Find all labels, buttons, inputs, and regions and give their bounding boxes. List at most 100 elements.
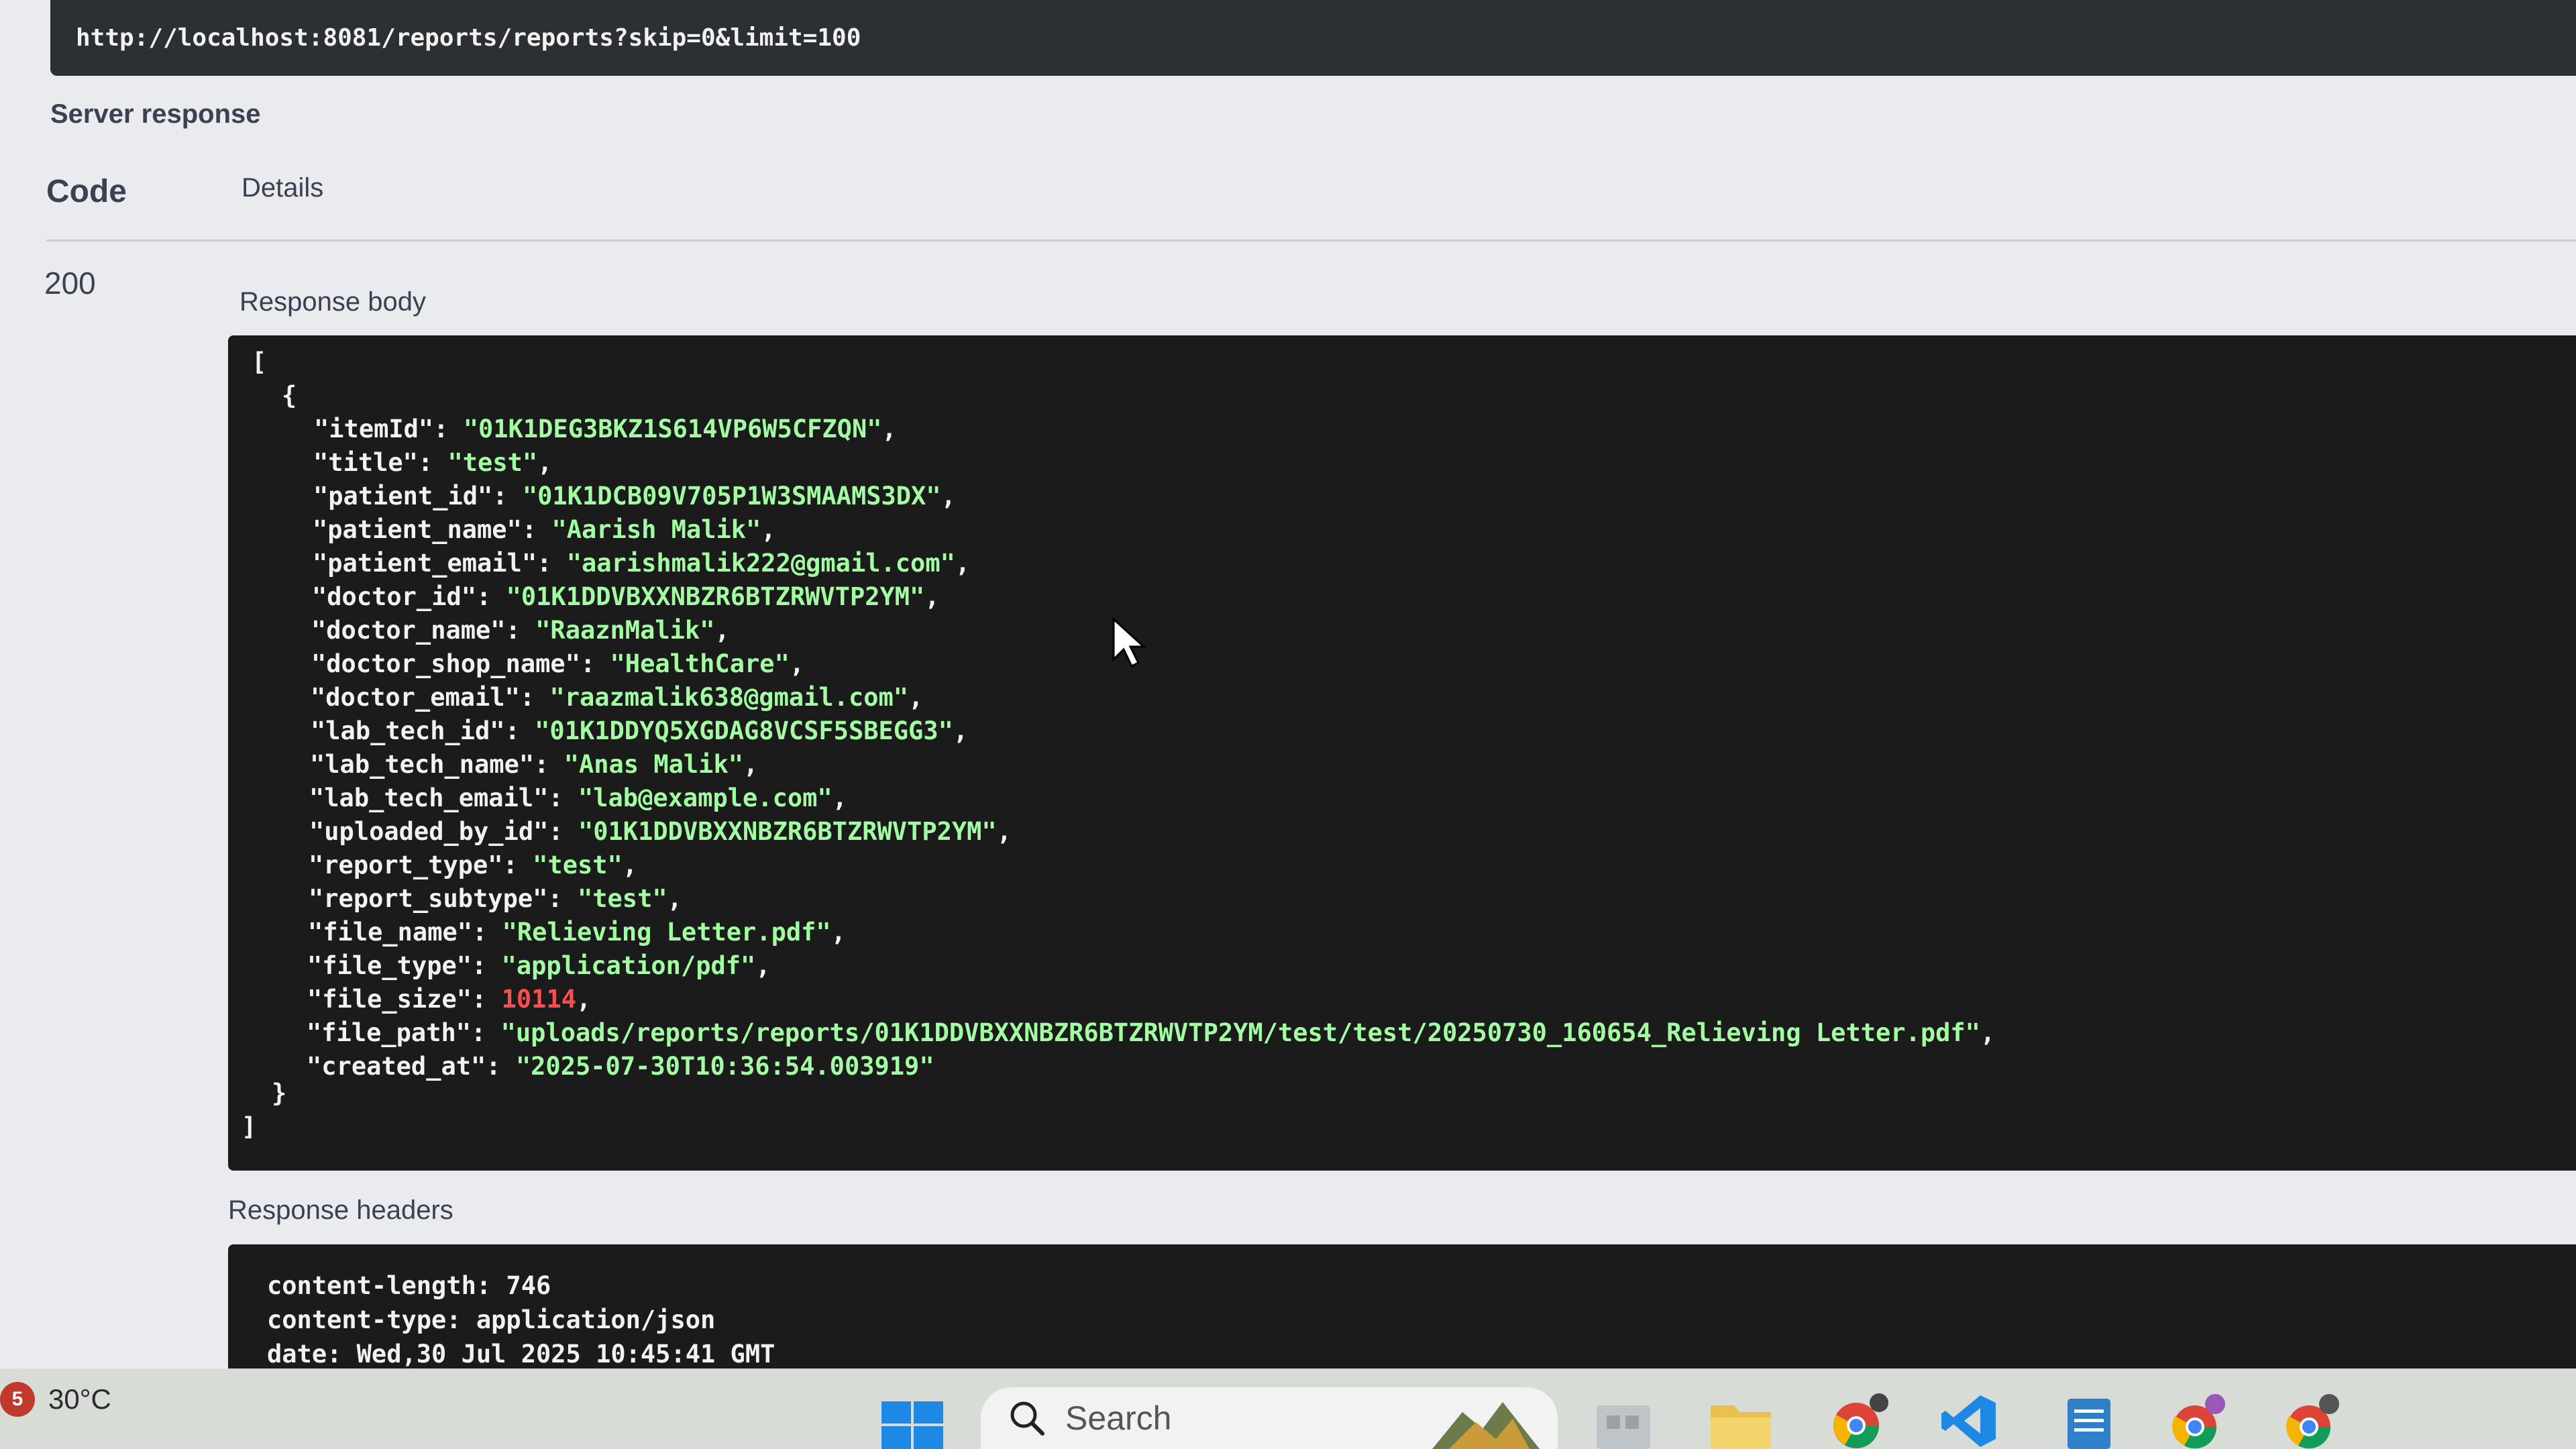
- json-field-line: "lab_tech_email": "lab@example.com",: [309, 782, 847, 815]
- json-key: "patient_id": [313, 482, 493, 511]
- json-key: "lab_tech_email": [309, 784, 549, 812]
- folder-icon[interactable]: [1707, 1392, 1774, 1449]
- json-field-line: "lab_tech_name": "Anas Malik",: [310, 748, 758, 782]
- json-colon: :: [486, 1052, 516, 1081]
- json-comma: ,: [908, 683, 924, 712]
- json-colon: :: [433, 415, 464, 443]
- status-code: 200: [44, 266, 96, 301]
- json-string-value: "RaaznMalik": [535, 616, 715, 645]
- response-body-block[interactable]: [ { } ] "itemId": "01K1DEG3BKZ1S614VP6W5…: [228, 335, 2576, 1171]
- json-open-bracket: [: [252, 347, 267, 376]
- json-field-line: "report_subtype": "test",: [309, 882, 682, 916]
- json-colon: :: [534, 750, 564, 779]
- json-string-value: "test": [447, 448, 538, 477]
- json-key: "report_type": [309, 851, 503, 879]
- json-field-line: "itemId": "01K1DEG3BKZ1S614VP6W5CFZQN",: [314, 413, 897, 446]
- chrome-icon[interactable]: [1828, 1392, 1888, 1449]
- json-string-value: "HealthCare": [610, 649, 790, 678]
- json-field-line: "created_at": "2025-07-30T10:36:54.00391…: [307, 1050, 934, 1083]
- json-field-line: "patient_id": "01K1DCB09V705P1W3SMAAMS3D…: [313, 480, 956, 513]
- windows-start-icon[interactable]: [879, 1399, 946, 1449]
- json-field-line: "patient_name": "Aarish Malik",: [313, 513, 776, 547]
- json-comma: ,: [830, 918, 846, 947]
- json-string-value: "test": [533, 851, 623, 879]
- request-url[interactable]: http://localhost:8081/reports/reports?sk…: [50, 0, 2576, 76]
- json-field-line: "file_type": "application/pdf",: [307, 949, 771, 983]
- json-open-brace: {: [282, 381, 297, 410]
- details-column-header: Details: [241, 173, 324, 203]
- json-string-value: "uploads/reports/reports/01K1DDVBXXNBZR6…: [500, 1018, 1980, 1047]
- json-colon: :: [472, 985, 502, 1014]
- json-comma: ,: [755, 951, 771, 980]
- json-key: "file_type": [307, 951, 472, 980]
- json-comma: ,: [576, 985, 592, 1014]
- search-icon: [1010, 1401, 1044, 1436]
- json-key: "file_path": [307, 1018, 472, 1047]
- json-colon: :: [547, 884, 578, 913]
- json-string-value: "01K1DDVBXXNBZR6BTZRWVTP2YM": [578, 817, 997, 846]
- json-comma: ,: [941, 482, 956, 511]
- json-string-value: "01K1DCB09V705P1W3SMAAMS3DX": [522, 482, 941, 511]
- json-colon: :: [537, 549, 567, 578]
- json-string-value: "01K1DDYQ5XGDAG8VCSF5SBEGG3": [535, 716, 953, 745]
- json-string-value: "Anas Malik": [564, 750, 744, 779]
- mouse-pointer-icon: [1112, 616, 1146, 668]
- json-field-line: "report_type": "test",: [309, 849, 637, 882]
- json-colon: :: [471, 1018, 501, 1047]
- json-field-line: "file_path": "uploads/reports/reports/01…: [307, 1016, 1995, 1050]
- json-key: "file_name": [308, 918, 473, 947]
- json-colon: :: [417, 448, 448, 477]
- server-response-label: Server response: [50, 99, 261, 129]
- json-string-value: "01K1DDVBXXNBZR6BTZRWVTP2YM": [506, 582, 925, 611]
- json-field-line: "title": "test",: [313, 446, 552, 480]
- json-comma: ,: [832, 784, 847, 812]
- json-colon: :: [504, 716, 535, 745]
- json-comma: ,: [1980, 1018, 1996, 1047]
- chrome-profile-icon[interactable]: [2167, 1392, 2227, 1449]
- json-colon: :: [519, 683, 550, 712]
- weather-widget[interactable]: 5 30°C: [0, 1382, 111, 1417]
- chrome-profile-icon[interactable]: [2281, 1392, 2341, 1449]
- json-field-line: "patient_email": "aarishmalik222@gmail.c…: [313, 547, 970, 580]
- json-colon: :: [472, 918, 502, 947]
- json-comma: ,: [924, 582, 940, 611]
- json-comma: ,: [953, 716, 969, 745]
- json-key: "uploaded_by_id": [309, 817, 549, 846]
- json-colon: :: [476, 582, 506, 611]
- widgets-icon[interactable]: [1429, 1392, 1543, 1449]
- header-line: content-length: 746: [267, 1271, 551, 1300]
- json-string-value: "2025-07-30T10:36:54.003919": [515, 1052, 934, 1081]
- json-key: "title": [313, 448, 418, 477]
- json-colon: :: [472, 951, 502, 980]
- json-key: "doctor_email": [311, 683, 520, 712]
- json-colon: :: [502, 851, 533, 879]
- file-explorer-icon[interactable]: [1593, 1392, 1654, 1449]
- vscode-icon[interactable]: [1939, 1392, 1999, 1449]
- json-close-bracket: ]: [241, 1112, 257, 1141]
- json-comma: ,: [714, 616, 730, 645]
- json-key: "lab_tech_id": [311, 716, 505, 745]
- notepad-icon[interactable]: [2059, 1392, 2120, 1449]
- json-key: "doctor_id": [312, 582, 477, 611]
- header-line: content-type: application/json: [267, 1305, 716, 1334]
- json-comma: ,: [761, 515, 776, 544]
- json-string-value: "01K1DEG3BKZ1S614VP6W5CFZQN": [463, 415, 882, 443]
- json-colon: :: [580, 649, 610, 678]
- json-string-value: "Aarish Malik": [551, 515, 761, 544]
- json-key: "patient_name": [313, 515, 522, 544]
- json-field-line: "doctor_email": "raazmalik638@gmail.com"…: [311, 681, 923, 714]
- json-field-line: "uploaded_by_id": "01K1DDVBXXNBZR6BTZRWV…: [309, 815, 1012, 849]
- json-key: "doctor_shop_name": [311, 649, 580, 678]
- json-comma: ,: [667, 884, 682, 913]
- json-string-value: "aarishmalik222@gmail.com": [566, 549, 955, 578]
- search-placeholder: Search: [1065, 1399, 1172, 1437]
- header-line: date: Wed,30 Jul 2025 10:45:41 GMT: [267, 1340, 775, 1368]
- json-colon: :: [505, 616, 536, 645]
- json-colon: :: [548, 817, 578, 846]
- json-field-line: "doctor_name": "RaaznMalik",: [311, 614, 730, 647]
- json-string-value: "Relieving Letter.pdf": [502, 918, 831, 947]
- json-string-value: "application/pdf": [501, 951, 756, 980]
- notification-badge: 5: [0, 1382, 35, 1417]
- json-key: "file_size": [307, 985, 472, 1014]
- json-comma: ,: [622, 851, 638, 879]
